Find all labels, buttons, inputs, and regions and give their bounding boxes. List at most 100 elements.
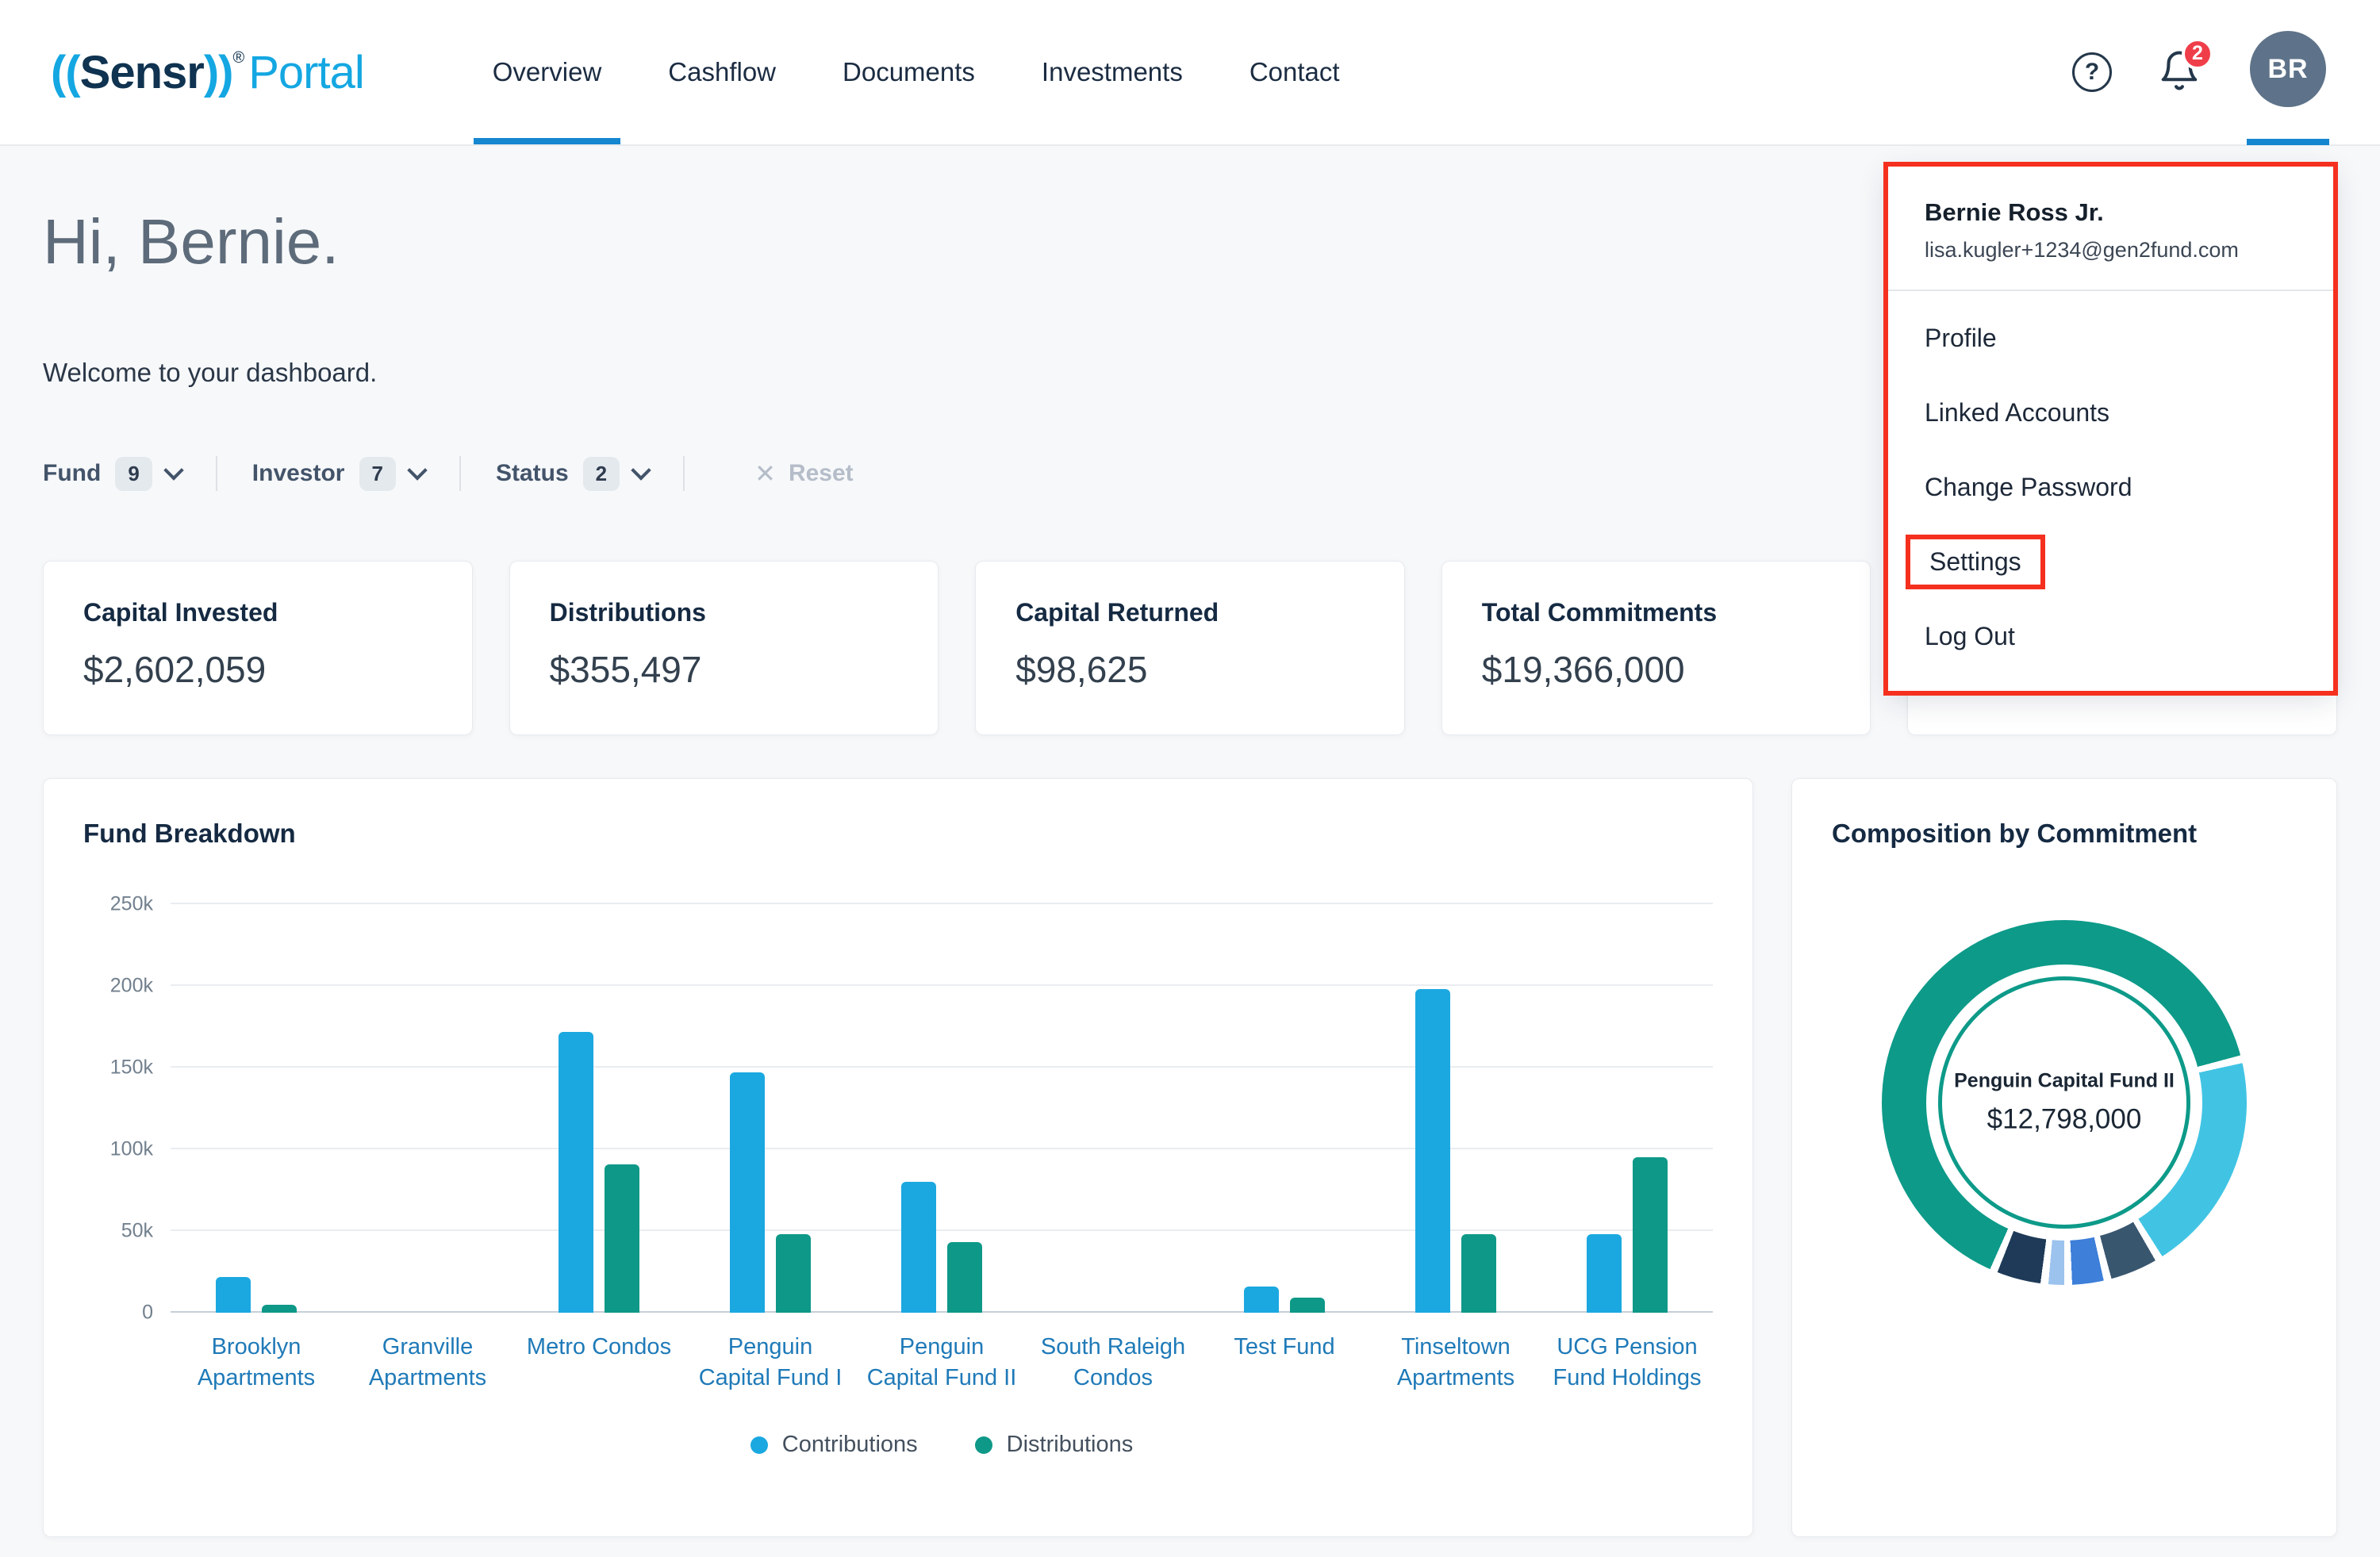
bar-distributions[interactable] bbox=[947, 1242, 982, 1313]
nav-tab-documents[interactable]: Documents bbox=[809, 0, 1008, 144]
bar-distributions[interactable] bbox=[776, 1234, 811, 1313]
fund-filter-label: Fund bbox=[43, 460, 101, 487]
notifications-button[interactable]: 2 bbox=[2158, 49, 2201, 96]
header-actions: ? 2 BR bbox=[2072, 0, 2329, 144]
bar-contributions[interactable] bbox=[1244, 1287, 1279, 1313]
nav-tab-overview[interactable]: Overview bbox=[459, 0, 635, 144]
bar-group bbox=[1541, 904, 1713, 1313]
main-nav: Overview Cashflow Documents Investments … bbox=[459, 0, 1373, 144]
composition-title: Composition by Commitment bbox=[1832, 819, 2297, 849]
nav-tab-investments[interactable]: Investments bbox=[1008, 0, 1216, 144]
stat-label: Capital Returned bbox=[1015, 598, 1365, 627]
category-label[interactable]: South RaleighCondos bbox=[1027, 1332, 1199, 1394]
chevron-down-icon bbox=[163, 460, 183, 480]
investor-filter-label: Investor bbox=[252, 460, 345, 487]
status-filter-count: 2 bbox=[583, 457, 620, 491]
category-label[interactable]: Metro Condos bbox=[513, 1332, 685, 1394]
settings-annotation-box: Settings bbox=[1906, 535, 2045, 589]
logo-brand-text: Sensr bbox=[80, 46, 204, 99]
settings-label: Settings bbox=[1929, 547, 2021, 577]
header: ((Sensr))®Portal Overview Cashflow Docum… bbox=[0, 0, 2380, 146]
menu-item-settings[interactable]: Settings bbox=[1925, 524, 2297, 599]
bar-contributions[interactable] bbox=[730, 1072, 765, 1313]
filter-divider bbox=[683, 456, 685, 491]
logo-suffix-text: Portal bbox=[248, 46, 364, 99]
donut-center-text: Penguin Capital Fund II $12,798,000 bbox=[1945, 1070, 2183, 1136]
stat-card-distributions: Distributions $355,497 bbox=[509, 561, 939, 735]
legend-label: Distributions bbox=[1007, 1432, 1134, 1458]
investor-filter[interactable]: Investor 7 bbox=[252, 457, 424, 491]
bar-plot: 050k100k150k200k250k bbox=[171, 904, 1713, 1313]
bar-contributions[interactable] bbox=[901, 1182, 936, 1313]
registered-mark: ® bbox=[232, 49, 244, 67]
bar-distributions[interactable] bbox=[262, 1305, 297, 1313]
bars-row bbox=[171, 904, 1713, 1313]
menu-item-profile[interactable]: Profile bbox=[1925, 301, 2297, 375]
chart-legend: Contributions Distributions bbox=[171, 1432, 1713, 1458]
bar-distributions[interactable] bbox=[1461, 1234, 1496, 1313]
y-axis-tick-label: 150k bbox=[110, 1057, 153, 1080]
legend-item[interactable]: Contributions bbox=[750, 1432, 918, 1458]
menu-item-log-out[interactable]: Log Out bbox=[1925, 599, 2297, 673]
chevron-down-icon bbox=[407, 460, 427, 480]
legend-item[interactable]: Distributions bbox=[975, 1432, 1134, 1458]
logo-paren-right: )) bbox=[204, 46, 233, 99]
stat-card-capital-returned: Capital Returned $98,625 bbox=[975, 561, 1405, 735]
category-label[interactable]: Test Fund bbox=[1199, 1332, 1370, 1394]
category-label[interactable]: UCG PensionFund Holdings bbox=[1541, 1332, 1713, 1394]
composition-donut-chart[interactable]: Penguin Capital Fund II $12,798,000 bbox=[1882, 920, 2247, 1285]
y-axis-tick-label: 200k bbox=[110, 975, 153, 998]
category-label[interactable]: BrooklynApartments bbox=[171, 1332, 342, 1394]
filter-divider bbox=[216, 456, 217, 491]
fund-breakdown-title: Fund Breakdown bbox=[83, 819, 1713, 849]
filter-divider bbox=[459, 456, 461, 491]
bar-distributions[interactable] bbox=[1633, 1157, 1668, 1313]
bar-contributions[interactable] bbox=[1587, 1234, 1622, 1313]
bar-distributions[interactable] bbox=[1290, 1298, 1325, 1313]
stat-value: $2,602,059 bbox=[83, 648, 432, 691]
stat-label: Distributions bbox=[550, 598, 899, 627]
bar-group bbox=[685, 904, 856, 1313]
user-email: lisa.kugler+1234@gen2fund.com bbox=[1925, 238, 2297, 263]
stat-value: $19,366,000 bbox=[1482, 648, 1831, 691]
notification-badge: 2 bbox=[2182, 38, 2213, 70]
nav-tab-contact[interactable]: Contact bbox=[1216, 0, 1373, 144]
bar-contributions[interactable] bbox=[1415, 989, 1450, 1313]
reset-filters-button[interactable]: ✕ Reset bbox=[754, 458, 854, 489]
menu-item-linked-accounts[interactable]: Linked Accounts bbox=[1925, 375, 2297, 450]
close-icon: ✕ bbox=[754, 458, 776, 489]
donut-fund-name: Penguin Capital Fund II bbox=[1945, 1070, 2183, 1093]
stat-value: $355,497 bbox=[550, 648, 899, 691]
menu-item-change-password[interactable]: Change Password bbox=[1925, 450, 2297, 524]
fund-filter[interactable]: Fund 9 bbox=[43, 457, 181, 491]
legend-swatch bbox=[975, 1436, 992, 1454]
sensr-portal-logo[interactable]: ((Sensr))®Portal bbox=[51, 0, 364, 144]
bar-distributions[interactable] bbox=[605, 1164, 639, 1313]
status-filter[interactable]: Status 2 bbox=[496, 457, 648, 491]
category-label[interactable]: PenguinCapital Fund I bbox=[685, 1332, 856, 1394]
status-filter-label: Status bbox=[496, 460, 569, 487]
help-icon[interactable]: ? bbox=[2072, 52, 2112, 92]
legend-swatch bbox=[750, 1436, 768, 1454]
category-label[interactable]: GranvilleApartments bbox=[342, 1332, 513, 1394]
y-axis-tick-label: 0 bbox=[142, 1302, 153, 1325]
logo-paren-left: (( bbox=[51, 46, 80, 99]
y-axis-tick-label: 250k bbox=[110, 893, 153, 916]
charts-row: Fund Breakdown 050k100k150k200k250k Broo… bbox=[43, 778, 2337, 1537]
bar-contributions[interactable] bbox=[216, 1277, 251, 1313]
user-menu-button[interactable]: BR bbox=[2247, 0, 2329, 145]
fund-breakdown-chart: 050k100k150k200k250k BrooklynApartmentsG… bbox=[83, 904, 1713, 1458]
donut-fund-value: $12,798,000 bbox=[1945, 1104, 2183, 1136]
stat-label: Capital Invested bbox=[83, 598, 432, 627]
category-label[interactable]: TinseltownApartments bbox=[1370, 1332, 1541, 1394]
y-axis-tick-label: 100k bbox=[110, 1138, 153, 1161]
bar-group bbox=[856, 904, 1027, 1313]
nav-tab-cashflow[interactable]: Cashflow bbox=[635, 0, 809, 144]
bar-group bbox=[1027, 904, 1199, 1313]
fund-breakdown-panel: Fund Breakdown 050k100k150k200k250k Broo… bbox=[43, 778, 1753, 1537]
bar-contributions[interactable] bbox=[559, 1032, 593, 1313]
category-label[interactable]: PenguinCapital Fund II bbox=[856, 1332, 1027, 1394]
legend-label: Contributions bbox=[782, 1432, 918, 1458]
composition-panel: Composition by Commitment Penguin Capita… bbox=[1791, 778, 2337, 1537]
category-labels-row: BrooklynApartmentsGranvilleApartmentsMet… bbox=[171, 1332, 1713, 1394]
